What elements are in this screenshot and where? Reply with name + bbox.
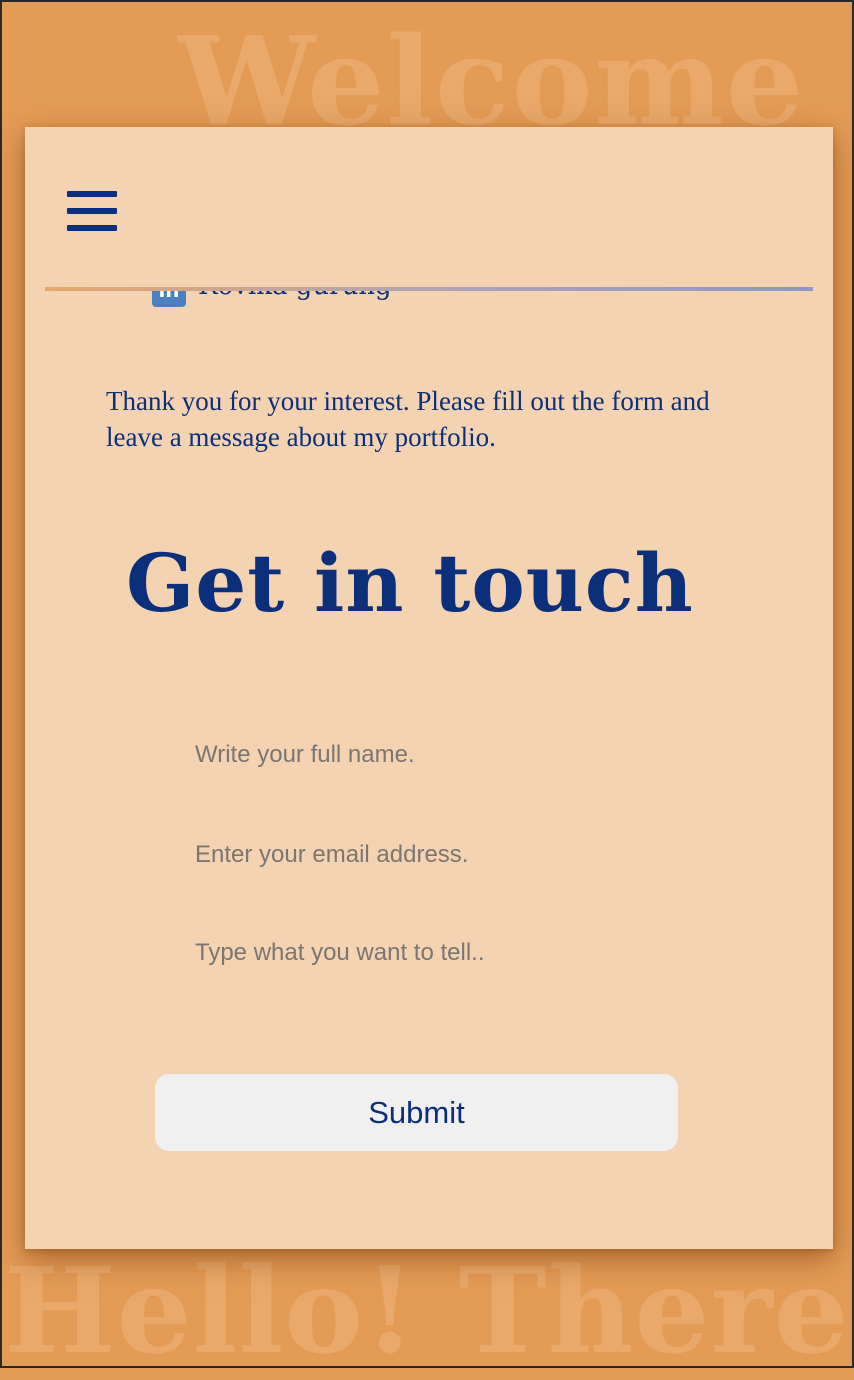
background-hello-text: Hello! There. [4,1241,854,1380]
social-link-label: Rovika gurung [198,291,392,301]
background-welcome-text: Welcome [178,9,806,153]
submit-button[interactable]: Submit [155,1074,678,1151]
page-title: Get in touch [126,536,694,630]
header-divider [45,287,813,291]
intro-text: Thank you for your interest. Please fill… [106,386,710,452]
message-field[interactable] [179,931,679,979]
hamburger-icon[interactable] [67,189,117,233]
linkedin-icon: in [152,291,186,307]
name-field[interactable] [179,731,679,779]
email-field[interactable] [179,831,679,879]
contact-card: in Rovika gurung Thank you for your inte… [25,127,833,1249]
social-link-linkedin[interactable]: in Rovika gurung [152,291,392,307]
